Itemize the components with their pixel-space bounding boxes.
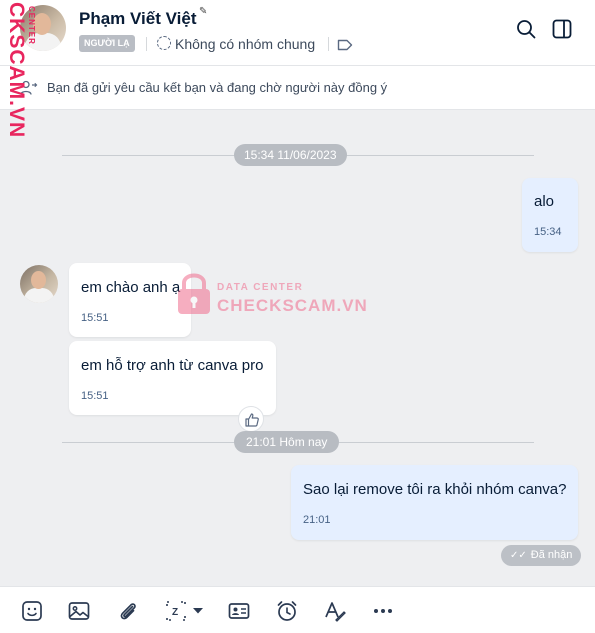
- search-icon[interactable]: [516, 19, 536, 39]
- watermark-big-text: CHECKSCAM.VN: [217, 296, 368, 315]
- chevron-down-icon[interactable]: [192, 607, 204, 615]
- friend-request-text: Bạn đã gửi yêu cầu kết bạn và đang chờ n…: [47, 80, 388, 95]
- message-time: 15:51: [81, 312, 109, 324]
- delivery-status-text: Đã nhận: [530, 549, 573, 561]
- watermark-vertical-text: CKSCAM.VN: [5, 2, 28, 139]
- group-icon: [157, 36, 171, 50]
- screenshot-icon[interactable]: Z: [164, 599, 188, 623]
- message-text: em chào anh ạ: [81, 279, 181, 296]
- double-check-icon: ✓✓: [510, 550, 527, 561]
- reminder-clock-icon[interactable]: [275, 599, 299, 623]
- image-icon[interactable]: [67, 599, 91, 623]
- watermark-center: DATA CENTER CHECKSCAM.VN: [176, 270, 376, 320]
- thumbs-up-icon: [245, 413, 259, 427]
- message-text: Sao lại remove tôi ra khỏi nhóm canva?: [303, 481, 567, 498]
- more-options-icon[interactable]: [371, 599, 395, 623]
- attachment-icon[interactable]: [116, 599, 140, 623]
- watermark-lock-icon: [178, 273, 210, 314]
- label-tag-icon[interactable]: [337, 39, 353, 51]
- friend-request-bar: Bạn đã gửi yêu cầu kết bạn và đang chờ n…: [0, 66, 595, 110]
- header-divider: [146, 37, 147, 51]
- watermark-vertical-small: CENTER: [27, 6, 36, 45]
- message-text: alo: [534, 193, 555, 210]
- watermark-small-text: DATA CENTER: [217, 282, 304, 293]
- conversation-info-panel-icon[interactable]: [552, 19, 572, 39]
- outgoing-message[interactable]: Sao lại remove tôi ra khỏi nhóm canva? 2…: [291, 465, 578, 540]
- delivery-status-badge: ✓✓ Đã nhận: [501, 545, 582, 566]
- message-time: 15:51: [81, 390, 109, 402]
- composer-toolbar: Z: [0, 586, 595, 633]
- message-time: 15:34: [534, 226, 562, 238]
- header-divider: [328, 37, 329, 51]
- time-separator: 15:34 11/06/2023: [234, 144, 347, 166]
- sticker-icon[interactable]: [20, 599, 44, 623]
- avatar-face: [31, 271, 46, 289]
- incoming-message[interactable]: em hỗ trợ anh từ canva pro 15:51: [69, 341, 276, 415]
- edit-name-icon[interactable]: ✎: [199, 6, 207, 17]
- stranger-badge: NGƯỜI LẠ: [79, 35, 135, 52]
- react-like-button[interactable]: [238, 406, 264, 432]
- avatar-shirt: [24, 288, 54, 303]
- message-time: 21:01: [303, 514, 331, 526]
- common-group-status[interactable]: Không có nhóm chung: [175, 36, 315, 52]
- chat-header: Phạm Viết Việt ✎ NGƯỜI LẠ Không có nhóm …: [0, 0, 595, 66]
- text-format-icon[interactable]: [323, 599, 347, 623]
- watermark-vertical: CKSCAM.VN CENTER: [5, 2, 36, 152]
- sender-avatar[interactable]: [20, 265, 58, 303]
- incoming-message[interactable]: em chào anh ạ 15:51: [69, 263, 191, 337]
- message-text: em hỗ trợ anh từ canva pro: [81, 357, 264, 374]
- time-separator: 21:01 Hôm nay: [234, 431, 340, 453]
- business-card-icon[interactable]: [227, 599, 251, 623]
- contact-name[interactable]: Phạm Viết Việt: [79, 9, 196, 29]
- svg-text:Z: Z: [172, 607, 178, 618]
- outgoing-message[interactable]: alo 15:34: [522, 178, 578, 252]
